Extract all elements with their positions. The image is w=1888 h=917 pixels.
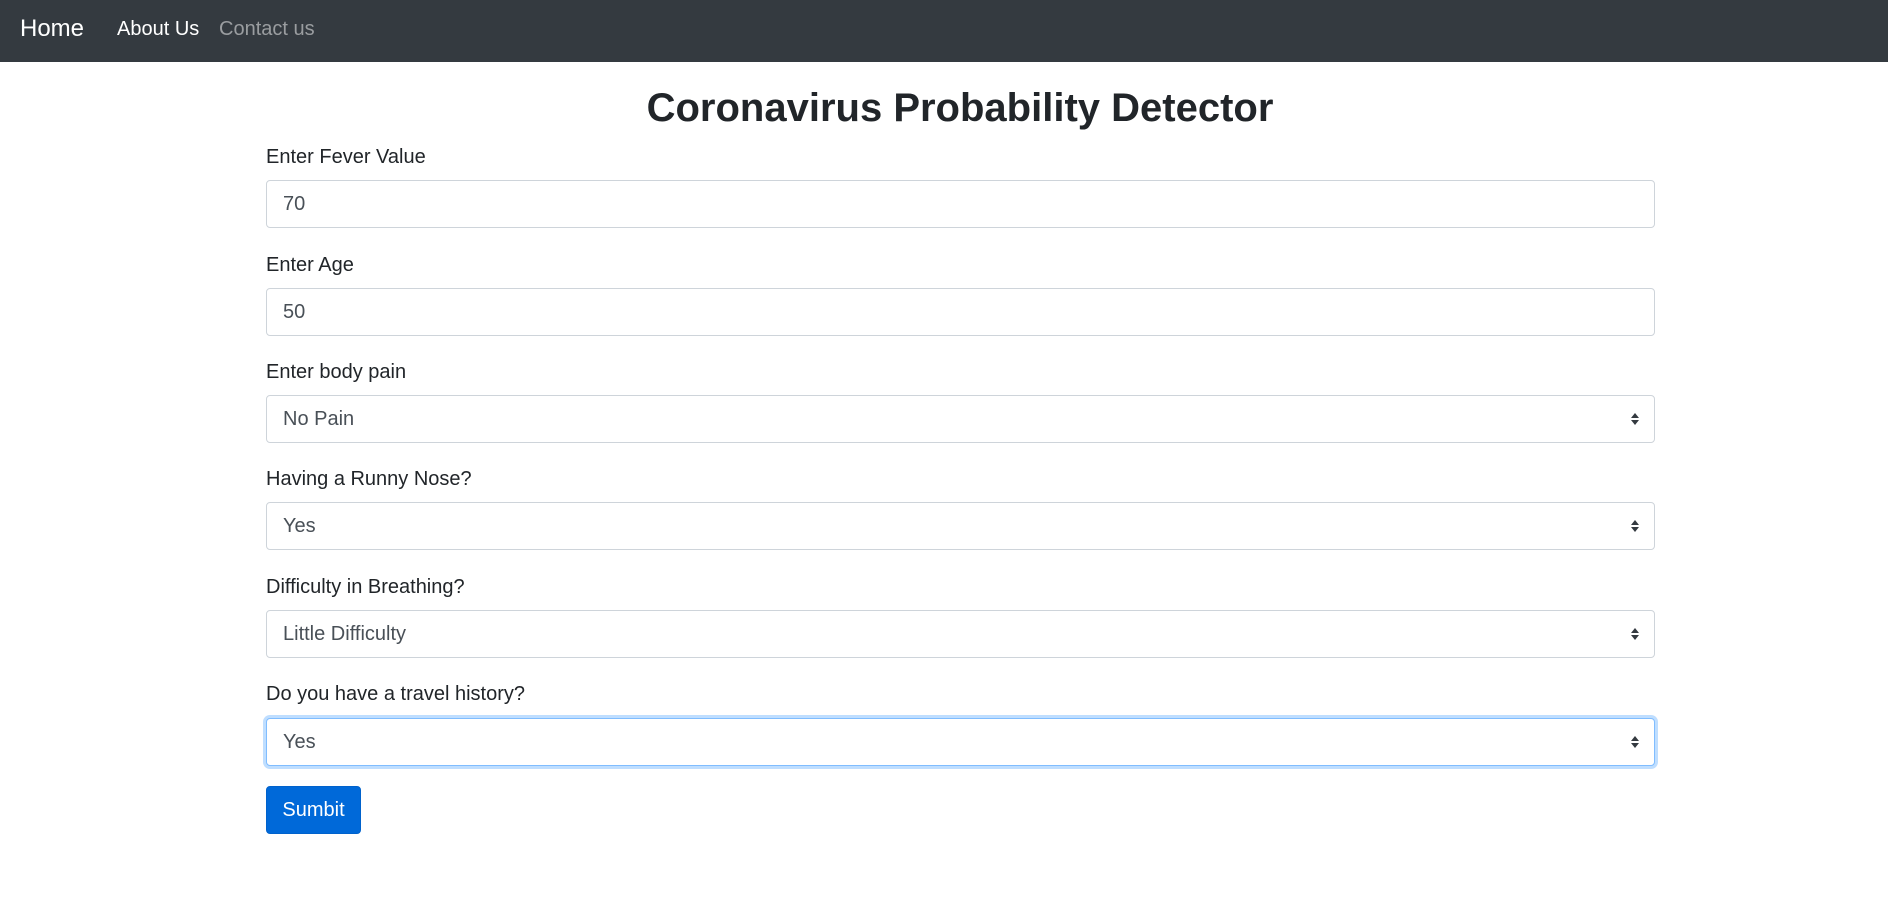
select-arrows-icon — [1631, 413, 1639, 425]
breathing-selected-value: Little Difficulty — [283, 623, 407, 645]
runny-nose-select[interactable]: Yes — [266, 502, 1655, 550]
nav-brand-home[interactable]: Home — [20, 13, 84, 45]
breathing-label: Difficulty in Breathing? — [266, 576, 465, 598]
nav-link-about-us[interactable]: About Us — [117, 16, 199, 42]
select-arrows-icon — [1631, 520, 1639, 532]
runny-nose-label: Having a Runny Nose? — [266, 468, 472, 490]
body-pain-selected-value: No Pain — [283, 408, 355, 430]
nav-link-contact-us[interactable]: Contact us — [219, 16, 315, 42]
submit-button[interactable]: Sumbit — [266, 786, 361, 834]
fever-input[interactable] — [266, 180, 1655, 228]
travel-history-select[interactable]: Yes — [266, 718, 1655, 766]
fever-label: Enter Fever Value — [266, 146, 426, 168]
navbar: Home About Us Contact us — [0, 0, 1888, 62]
body-pain-select[interactable]: No Pain — [266, 395, 1655, 443]
travel-history-label: Do you have a travel history? — [266, 683, 526, 705]
select-arrows-icon — [1631, 736, 1639, 748]
age-label: Enter Age — [266, 254, 354, 276]
select-arrows-icon — [1631, 628, 1639, 640]
travel-history-selected-value: Yes — [283, 731, 316, 753]
breathing-select[interactable]: Little Difficulty — [266, 610, 1655, 658]
page-title: Coronavirus Probability Detector — [646, 86, 1274, 130]
age-input[interactable] — [266, 288, 1655, 336]
runny-nose-selected-value: Yes — [283, 515, 316, 537]
body-pain-label: Enter body pain — [266, 361, 407, 383]
